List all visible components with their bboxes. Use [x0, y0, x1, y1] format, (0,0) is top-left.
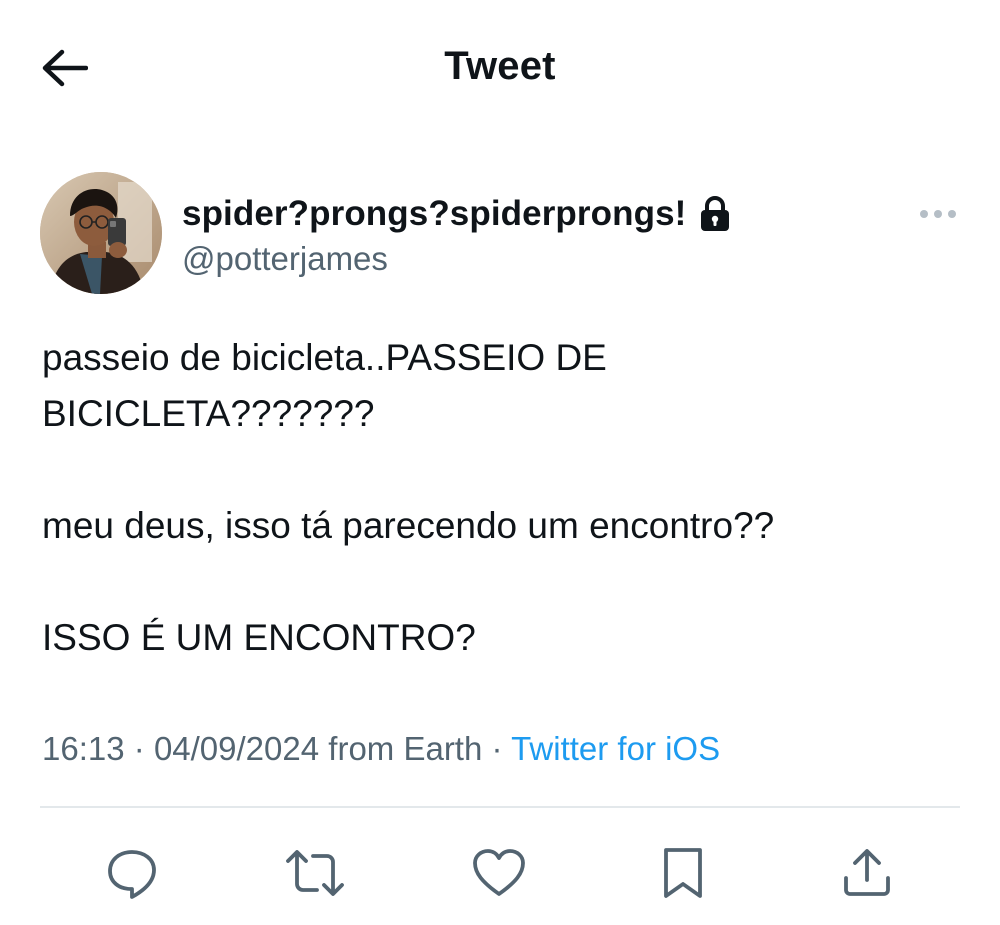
tweet-actions: [0, 840, 1000, 906]
reply-icon: [108, 850, 156, 899]
retweet-button[interactable]: [282, 840, 348, 906]
tweet-time[interactable]: 16:13: [42, 730, 125, 767]
share-button[interactable]: [834, 840, 900, 906]
like-button[interactable]: [466, 840, 532, 906]
bookmark-button[interactable]: [650, 840, 716, 906]
more-horizontal-icon: [920, 210, 956, 218]
avatar[interactable]: [40, 172, 162, 294]
tweet-meta: 16:13 · 04/09/2024 from Earth · Twitter …: [42, 730, 720, 768]
display-name-row[interactable]: spider?prongs?spiderprongs!: [182, 194, 732, 234]
retweet-icon: [286, 850, 344, 896]
tweet-text: passeio de bicicleta..PASSEIO DE BICICLE…: [42, 330, 942, 666]
reply-button[interactable]: [99, 840, 165, 906]
tweet-source-link[interactable]: Twitter for iOS: [511, 730, 720, 767]
lock-icon: [698, 196, 732, 232]
tweet-paragraph: passeio de bicicleta..PASSEIO DE BICICLE…: [42, 337, 607, 434]
meta-separator: ·: [491, 730, 503, 767]
header: Tweet: [0, 0, 1000, 135]
tweet-paragraph: meu deus, isso tá parecendo um encontro?…: [42, 505, 775, 546]
user-handle[interactable]: @potterjames: [182, 240, 388, 278]
meta-separator: ·: [133, 730, 145, 767]
tweet-location: from Earth: [328, 730, 483, 767]
tweet-date[interactable]: 04/09/2024: [154, 730, 319, 767]
bookmark-icon: [664, 848, 702, 898]
more-options-button[interactable]: [916, 202, 960, 226]
tweet-author: spider?prongs?spiderprongs! @potterjames: [40, 172, 960, 297]
heart-icon: [473, 849, 525, 896]
tweet-paragraph: ISSO É UM ENCONTRO?: [42, 617, 476, 658]
avatar-photo: [40, 172, 162, 294]
display-name: spider?prongs?spiderprongs!: [182, 194, 687, 233]
share-icon: [844, 849, 890, 896]
page-title: Tweet: [444, 44, 556, 88]
divider: [40, 806, 960, 808]
